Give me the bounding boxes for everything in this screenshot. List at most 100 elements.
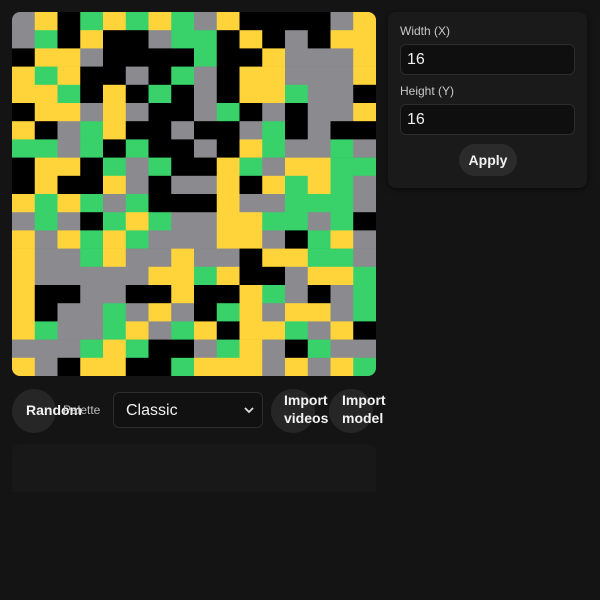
grid-cell[interactable]	[216, 12, 240, 31]
grid-cell[interactable]	[330, 66, 354, 86]
grid-cell[interactable]	[148, 30, 172, 49]
grid-cell[interactable]	[216, 303, 240, 322]
grid-cell[interactable]	[171, 103, 195, 122]
grid-cell[interactable]	[330, 357, 354, 376]
grid-cell[interactable]	[57, 84, 81, 104]
grid-cell[interactable]	[125, 248, 149, 268]
grid-cell[interactable]	[194, 357, 218, 376]
grid-cell[interactable]	[57, 339, 81, 359]
grid-cell[interactable]	[80, 66, 104, 86]
grid-cell[interactable]	[216, 339, 240, 359]
grid-cell[interactable]	[307, 84, 331, 104]
grid-cell[interactable]	[57, 66, 81, 86]
grid-cell[interactable]	[194, 157, 218, 177]
grid-cell[interactable]	[125, 303, 149, 322]
grid-cell[interactable]	[353, 48, 376, 67]
grid-cell[interactable]	[285, 339, 309, 359]
grid-cell[interactable]	[80, 48, 104, 67]
grid-cell[interactable]	[353, 30, 376, 49]
grid-cell[interactable]	[307, 266, 331, 286]
grid-cell[interactable]	[285, 230, 309, 249]
grid-cell[interactable]	[353, 139, 376, 158]
grid-cell[interactable]	[307, 30, 331, 49]
apply-button[interactable]: Apply	[459, 144, 517, 176]
grid-cell[interactable]	[103, 139, 127, 158]
grid-cell[interactable]	[103, 103, 127, 122]
grid-cell[interactable]	[239, 12, 263, 31]
grid-cell[interactable]	[148, 175, 172, 195]
grid-cell[interactable]	[307, 157, 331, 177]
grid-cell[interactable]	[125, 12, 149, 31]
grid-cell[interactable]	[12, 121, 36, 140]
grid-cell[interactable]	[103, 121, 127, 140]
grid-cell[interactable]	[239, 357, 263, 376]
grid-cell[interactable]	[194, 121, 218, 140]
grid-cell[interactable]	[103, 230, 127, 249]
grid-cell[interactable]	[148, 230, 172, 249]
grid-cell[interactable]	[330, 266, 354, 286]
grid-cell[interactable]	[12, 303, 36, 322]
grid-cell[interactable]	[103, 303, 127, 322]
grid-cell[interactable]	[330, 230, 354, 249]
pixel-grid-canvas[interactable]	[12, 12, 376, 376]
grid-cell[interactable]	[103, 212, 127, 231]
grid-cell[interactable]	[239, 103, 263, 122]
grid-cell[interactable]	[57, 266, 81, 286]
grid-cell[interactable]	[285, 157, 309, 177]
grid-cell[interactable]	[171, 48, 195, 67]
grid-cell[interactable]	[353, 157, 376, 177]
grid-cell[interactable]	[285, 285, 309, 304]
grid-cell[interactable]	[148, 194, 172, 213]
grid-cell[interactable]	[125, 285, 149, 304]
grid-cell[interactable]	[285, 103, 309, 122]
grid-cell[interactable]	[239, 303, 263, 322]
grid-cell[interactable]	[125, 30, 149, 49]
grid-cell[interactable]	[216, 321, 240, 340]
grid-cell[interactable]	[80, 339, 104, 359]
grid-cell[interactable]	[307, 339, 331, 359]
grid-cell[interactable]	[330, 30, 354, 49]
grid-cell[interactable]	[57, 175, 81, 195]
grid-cell[interactable]	[239, 84, 263, 104]
grid-cell[interactable]	[330, 84, 354, 104]
grid-cell[interactable]	[80, 357, 104, 376]
grid-cell[interactable]	[285, 248, 309, 268]
grid-cell[interactable]	[239, 212, 263, 231]
grid-cell[interactable]	[285, 84, 309, 104]
grid-cell[interactable]	[285, 30, 309, 49]
grid-cell[interactable]	[125, 157, 149, 177]
grid-cell[interactable]	[125, 266, 149, 286]
grid-cell[interactable]	[57, 248, 81, 268]
grid-cell[interactable]	[216, 212, 240, 231]
grid-cell[interactable]	[80, 30, 104, 49]
grid-cell[interactable]	[12, 357, 36, 376]
grid-cell[interactable]	[34, 230, 58, 249]
grid-cell[interactable]	[125, 121, 149, 140]
grid-cell[interactable]	[171, 84, 195, 104]
grid-cell[interactable]	[194, 84, 218, 104]
grid-cell[interactable]	[103, 66, 127, 86]
grid-cell[interactable]	[148, 157, 172, 177]
grid-cell[interactable]	[57, 321, 81, 340]
grid-cell[interactable]	[239, 66, 263, 86]
grid-cell[interactable]	[194, 194, 218, 213]
grid-cell[interactable]	[80, 84, 104, 104]
grid-cell[interactable]	[34, 321, 58, 340]
grid-cell[interactable]	[307, 303, 331, 322]
grid-cell[interactable]	[194, 30, 218, 49]
grid-cell[interactable]	[285, 139, 309, 158]
grid-cell[interactable]	[285, 175, 309, 195]
grid-cell[interactable]	[194, 321, 218, 340]
grid-cell[interactable]	[57, 157, 81, 177]
grid-cell[interactable]	[12, 248, 36, 268]
grid-cell[interactable]	[148, 321, 172, 340]
grid-cell[interactable]	[125, 66, 149, 86]
grid-cell[interactable]	[285, 212, 309, 231]
grid-cell[interactable]	[239, 30, 263, 49]
grid-cell[interactable]	[353, 212, 376, 231]
grid-cell[interactable]	[103, 12, 127, 31]
grid-cell[interactable]	[216, 84, 240, 104]
grid-cell[interactable]	[171, 30, 195, 49]
grid-cell[interactable]	[12, 139, 36, 158]
grid-cell[interactable]	[194, 175, 218, 195]
